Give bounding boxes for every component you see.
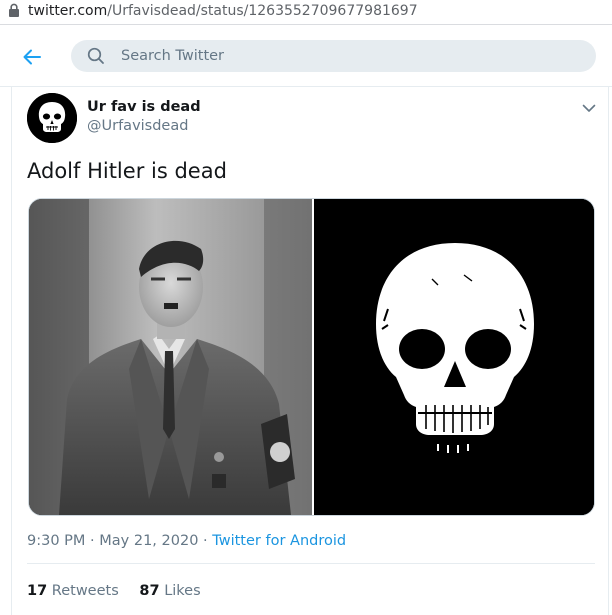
tweet-meta: 9:30 PM · May 21, 2020 · Twitter for And…	[27, 533, 347, 549]
likes-label: Likes	[164, 583, 201, 599]
search-icon	[87, 47, 104, 64]
url-text[interactable]: twitter.com/Urfavisdead/status/126355270…	[28, 3, 418, 19]
search-box[interactable]	[71, 40, 596, 72]
retweets-count: 17	[27, 583, 48, 599]
portrait-photo	[29, 199, 312, 515]
display-name[interactable]: Ur fav is dead	[87, 99, 201, 115]
avatar[interactable]	[27, 93, 77, 143]
skull-icon	[314, 199, 594, 515]
skull-icon	[27, 93, 77, 143]
tweet-date[interactable]: May 21, 2020	[99, 533, 198, 549]
chevron-down-icon	[582, 104, 596, 112]
media-photo-portrait[interactable]	[29, 199, 312, 515]
twitter-header	[0, 25, 612, 87]
meta-divider	[27, 563, 595, 564]
tweet-stats: 17 Retweets 87 Likes	[27, 583, 217, 599]
url-domain: twitter.com	[28, 3, 108, 19]
search-input[interactable]	[121, 40, 581, 72]
back-arrow-icon	[23, 49, 41, 65]
tweet-time[interactable]: 9:30 PM	[27, 533, 85, 549]
tweet-source-link[interactable]: Twitter for Android	[212, 533, 346, 549]
browser-address-bar[interactable]: twitter.com/Urfavisdead/status/126355270…	[0, 0, 612, 24]
user-handle[interactable]: @Urfavisdead	[87, 118, 188, 134]
url-path: /Urfavisdead/status/1263552709677981697	[107, 3, 418, 19]
tweet-media[interactable]	[28, 198, 595, 516]
likes-count: 87	[139, 583, 160, 599]
more-options-button[interactable]	[578, 97, 600, 119]
media-photo-skull[interactable]	[314, 199, 594, 515]
tweet: Ur fav is dead @Urfavisdead Adolf Hitler…	[11, 87, 609, 615]
lock-icon	[9, 3, 19, 17]
back-button[interactable]	[18, 43, 46, 71]
likes-stat[interactable]: 87 Likes	[139, 583, 200, 599]
tweet-text: Adolf Hitler is dead	[27, 159, 227, 183]
retweets-label: Retweets	[51, 583, 119, 599]
retweets-stat[interactable]: 17 Retweets	[27, 583, 119, 599]
